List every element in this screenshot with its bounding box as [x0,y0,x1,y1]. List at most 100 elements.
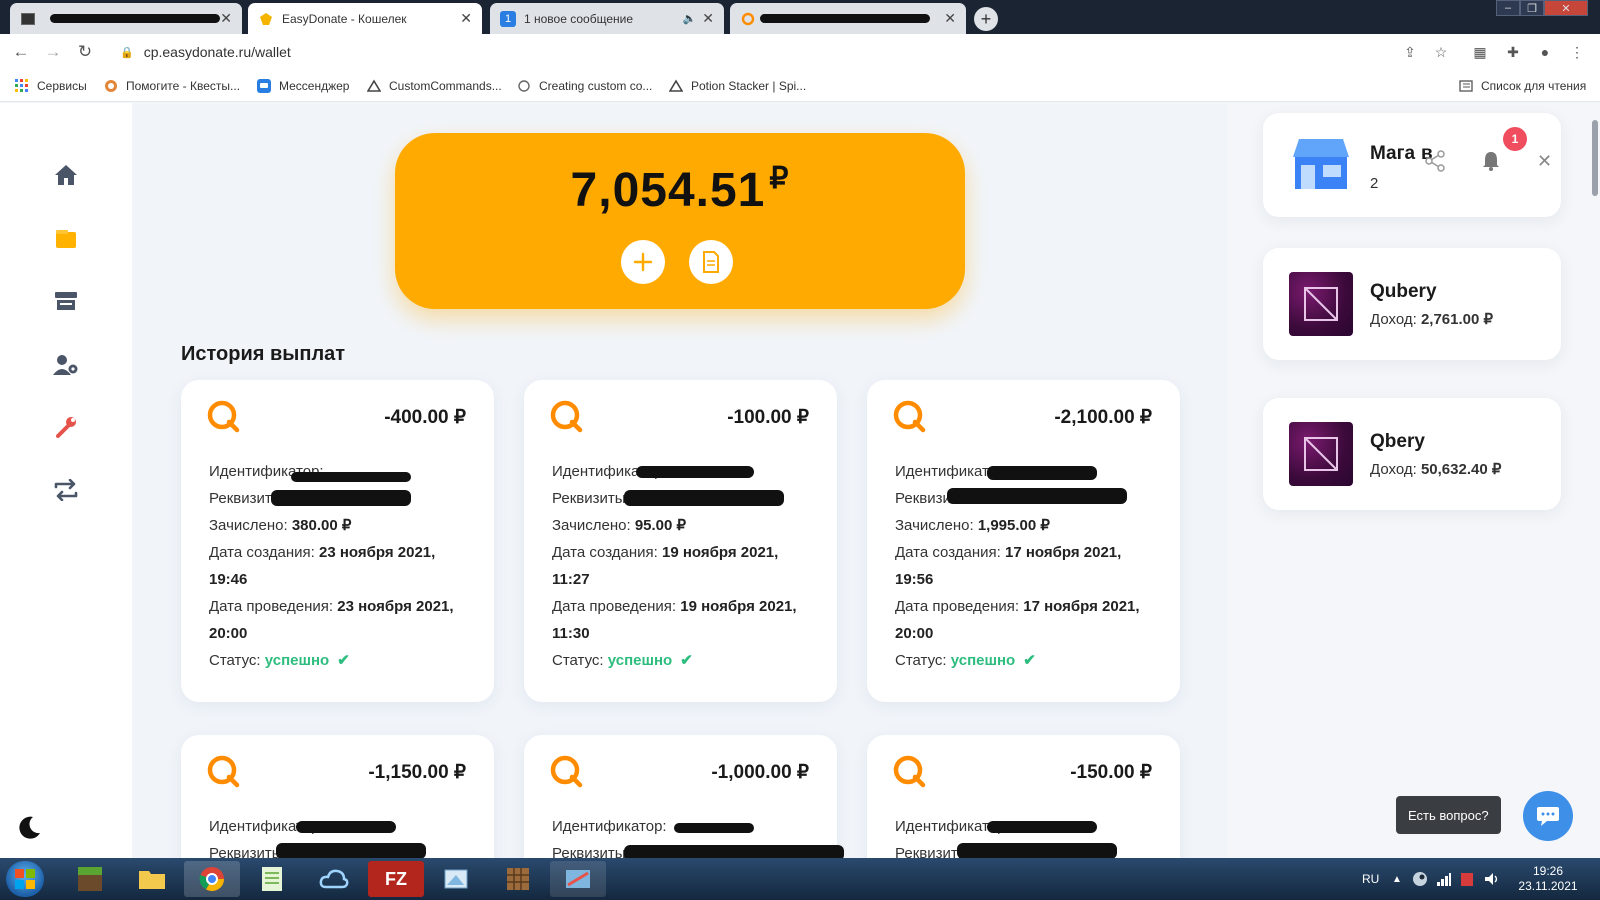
shop-store-icon [1293,139,1349,189]
chrome-app[interactable] [184,861,240,897]
bookmark-customcommands[interactable]: CustomCommands... [366,78,502,94]
restore-window-button[interactable]: ❐ [1520,0,1544,16]
qr-code-icon[interactable]: ▦ [1470,42,1490,62]
back-arrow-icon[interactable]: ← [10,41,32,63]
tab-easydonate[interactable]: EasyDonate - Кошелек ✕ [248,3,482,34]
bookmark-label: Potion Stacker | Spi... [691,79,807,93]
volume-icon[interactable] [1484,858,1500,900]
shop-header-card[interactable]: Мага 2 в 1 ✕ [1263,113,1561,217]
payout-status: Статус: успешно ✔ [895,647,1157,674]
income-value: 2,761.00 ₽ [1420,311,1494,328]
status-label: Статус: [895,652,947,669]
notification-badge: 1 [1503,127,1527,151]
page-scrollbar[interactable] [1592,120,1598,196]
bookmark-label: Мессенджер [279,79,350,93]
cloud-app[interactable] [306,861,362,897]
redaction-mark [674,823,754,833]
close-icon[interactable]: ✕ [460,10,472,27]
balance-currency: ₽ [769,162,790,195]
share-button[interactable] [1423,149,1447,173]
created-label: Дата создания: [552,544,658,561]
snipping-app[interactable] [550,861,606,897]
app-sidebar [0,103,132,858]
shop-thumbnail [1289,422,1353,486]
sidebar-item-users-settings[interactable] [50,349,82,381]
status-label: Статус: [209,652,261,669]
extensions-icon[interactable]: ✚ [1503,42,1523,62]
easydonate-icon [258,11,274,27]
processed-label: Дата проведения: [552,598,677,615]
help-tooltip[interactable]: Есть вопрос? [1396,796,1501,834]
sidebar-item-home[interactable] [50,159,82,191]
network-icon[interactable] [1436,858,1452,900]
os-taskbar: FZ RU ▲ 19:26 23.11.2021 [0,858,1600,900]
home-icon [55,165,77,185]
payout-status: Статус: успешно ✔ [552,647,814,674]
withdraw-button[interactable] [689,240,733,284]
balance-amount: 7,054.51 ₽ [395,161,965,218]
forward-arrow-icon[interactable]: → [42,41,64,63]
support-chat-button[interactable] [1523,791,1573,841]
bookmark-star-icon[interactable]: ☆ [1431,42,1451,62]
tab-messages[interactable]: 1 1 новое сообщение 🔈 ✕ [490,3,724,34]
close-window-button[interactable]: ✕ [1544,0,1588,16]
close-icon[interactable]: ✕ [220,10,232,27]
system-clock[interactable]: 19:26 23.11.2021 [1508,864,1588,894]
sidebar-item-transfers[interactable] [50,474,82,506]
shop-count: 2 [1370,175,1379,192]
paint-app[interactable] [428,861,484,897]
payout-card[interactable]: -2,100.00 ₽ Идентификатор: Реквизиты: За… [867,380,1180,702]
minecraft-launcher-app[interactable] [490,861,546,897]
dark-mode-toggle[interactable] [16,815,42,841]
menu-kebab-icon[interactable]: ⋮ [1567,42,1587,62]
credited-label: Зачислено: [552,517,631,534]
share-icon[interactable]: ⇪ [1400,42,1420,62]
payout-card[interactable]: -1,150.00 ₽ Идентификатор: Реквизиты: [181,735,494,858]
shop-card[interactable]: Qbery Доход: 50,632.40 ₽ [1263,398,1561,510]
sidebar-item-wallet[interactable] [50,223,82,255]
minecraft-app[interactable] [62,861,118,897]
link-icon [516,78,532,94]
tab-redacted-1[interactable]: ✕ [10,3,242,34]
steam-icon[interactable] [1412,858,1428,900]
close-icon[interactable]: ✕ [702,10,714,27]
bookmark-potion-stacker[interactable]: Potion Stacker | Spi... [668,78,806,94]
reload-icon[interactable]: ↻ [74,41,96,63]
bookmark-services[interactable]: Сервисы [14,78,87,94]
payout-amount: -100.00 ₽ [727,407,809,428]
filezilla-app[interactable]: FZ [368,861,424,897]
start-button[interactable] [6,861,44,897]
tray-expand-icon[interactable]: ▲ [1392,858,1402,900]
minimize-window-button[interactable]: – [1496,0,1520,16]
payout-card[interactable]: -1,000.00 ₽ Идентификатор: Реквизиты: [524,735,844,858]
close-icon[interactable]: ✕ [1537,151,1552,172]
antivirus-icon[interactable] [1460,858,1474,900]
shop-name: Qubery [1370,281,1437,302]
language-indicator[interactable]: RU [1362,858,1379,900]
sidebar-item-store[interactable] [50,285,82,317]
income-value: 50,632.40 ₽ [1420,461,1502,478]
explorer-app[interactable] [124,861,180,897]
shop-card[interactable]: Qubery Доход: 2,761.00 ₽ [1263,248,1561,360]
payout-credited: Зачислено: 95.00 ₽ [552,512,814,539]
profile-icon[interactable]: ● [1535,42,1555,62]
income-label: Доход: [1370,461,1417,478]
reading-list[interactable]: Список для чтения [1458,78,1586,94]
new-tab-button[interactable]: + [974,7,998,31]
tab-redacted-2[interactable]: ✕ [730,3,966,34]
close-icon[interactable]: ✕ [944,10,956,27]
payout-card[interactable]: -150.00 ₽ Идентификатор: Реквизиты: [867,735,1180,858]
bookmark-quests[interactable]: Помогите - Квесты... [103,78,240,94]
top-up-button[interactable] [621,240,665,284]
notepad-app[interactable] [244,861,300,897]
sidebar-item-tools[interactable] [50,411,82,443]
identifier-label: Идентификатор: [552,818,667,835]
url-bar[interactable]: 🔒 cp.easydonate.ru/wallet [112,39,1402,65]
check-icon: ✔ [337,652,350,669]
payout-card[interactable]: -400.00 ₽ Идентификатор: Реквизиты: Зачи… [181,380,494,702]
notifications-button[interactable] [1479,149,1503,173]
bookmark-messenger[interactable]: Мессенджер [256,78,349,94]
bookmark-creating-custom[interactable]: Creating custom co... [516,78,652,94]
speaker-icon[interactable]: 🔈 [683,12,697,25]
payout-card[interactable]: -100.00 ₽ Идентификатор: Реквизиты: Зачи… [524,380,837,702]
